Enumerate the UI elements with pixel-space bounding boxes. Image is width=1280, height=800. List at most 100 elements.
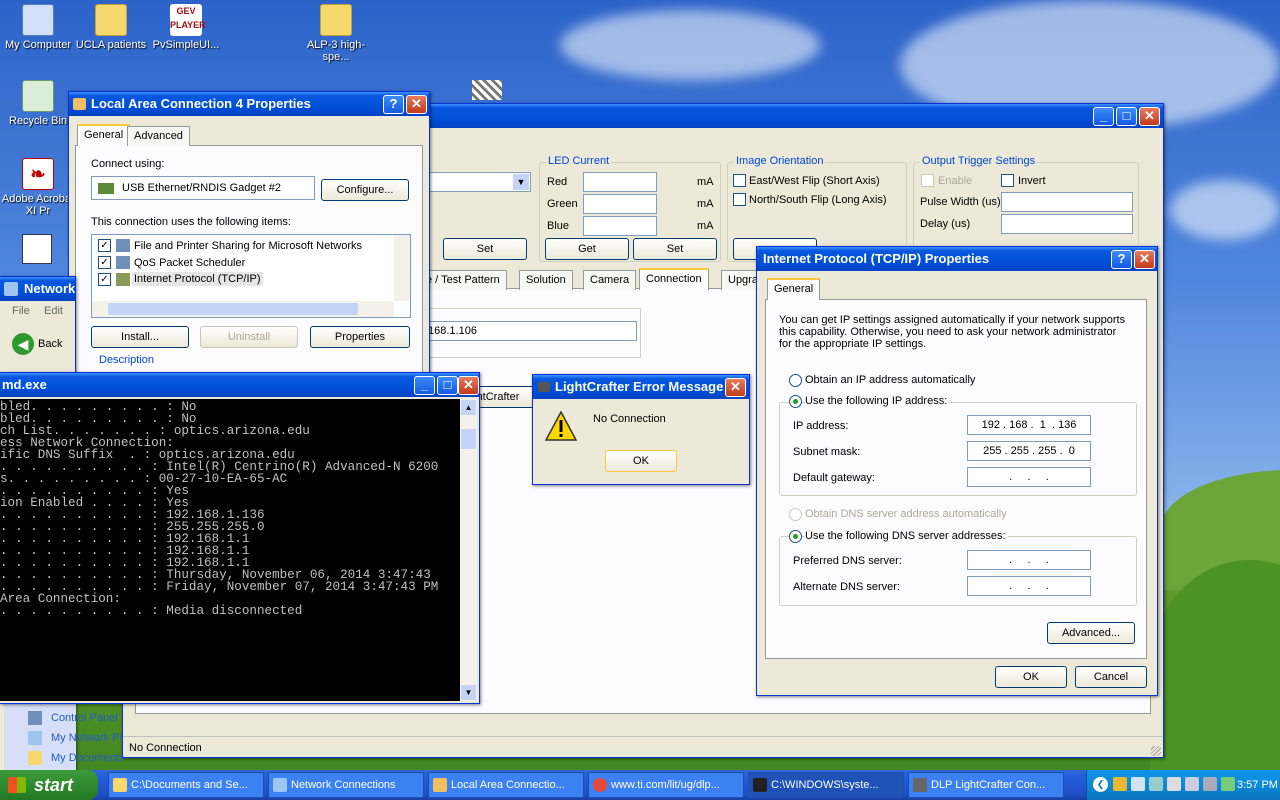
back-icon[interactable]: ◀ bbox=[12, 333, 34, 355]
led-set-button[interactable]: Set bbox=[633, 238, 717, 260]
vertical-scrollbar[interactable] bbox=[394, 235, 410, 301]
tab-advanced[interactable]: Advanced bbox=[127, 126, 190, 146]
network-title: Network bbox=[24, 281, 75, 296]
task-label: C:\Documents and Se... bbox=[131, 779, 248, 791]
my-network-link[interactable]: My Network Pl bbox=[51, 732, 122, 744]
volume-icon[interactable] bbox=[1203, 777, 1217, 791]
horizontal-scrollbar[interactable] bbox=[92, 301, 394, 317]
tcpip-checkbox[interactable]: ✓ bbox=[98, 273, 111, 286]
use-ip-radio[interactable] bbox=[789, 395, 802, 408]
menu-file[interactable]: File bbox=[12, 305, 30, 317]
east-west-flip-checkbox[interactable] bbox=[733, 174, 746, 187]
security-icon[interactable] bbox=[1167, 777, 1181, 791]
task-documents[interactable]: C:\Documents and Se... bbox=[108, 772, 264, 798]
tab-general[interactable]: General bbox=[77, 124, 131, 146]
cmd-console[interactable]: bled. . . . . . . . . : No bled. . . . .… bbox=[0, 399, 460, 701]
intro-text: You can get IP settings assigned automat… bbox=[779, 314, 1126, 350]
scroll-thumb[interactable] bbox=[461, 429, 476, 449]
help-button[interactable]: ? bbox=[1111, 250, 1132, 269]
red-input[interactable] bbox=[583, 172, 657, 192]
invert-label: Invert bbox=[1018, 175, 1046, 187]
advanced-button[interactable]: Advanced... bbox=[1047, 622, 1135, 644]
close-button[interactable]: ✕ bbox=[725, 378, 746, 397]
ok-button[interactable]: OK bbox=[995, 666, 1067, 688]
my-documents-link[interactable]: My Documents bbox=[51, 752, 124, 764]
menu-edit[interactable]: Edit bbox=[44, 305, 63, 317]
bluetooth-icon[interactable] bbox=[1221, 777, 1235, 791]
close-button[interactable]: ✕ bbox=[1134, 250, 1155, 269]
close-button[interactable]: ✕ bbox=[458, 376, 479, 395]
error-ok-button[interactable]: OK bbox=[605, 450, 677, 472]
scroll-up-icon[interactable]: ▲ bbox=[461, 400, 476, 415]
tab-general[interactable]: General bbox=[767, 278, 821, 300]
task-network-connections[interactable]: Network Connections bbox=[268, 772, 424, 798]
blue-input[interactable] bbox=[583, 216, 657, 236]
desktop-icon-ucla-patients[interactable]: UCLA patients bbox=[73, 4, 149, 51]
ip-octet: 1 bbox=[1039, 419, 1046, 431]
tray-expand-icon[interactable]: ❮ bbox=[1093, 777, 1108, 792]
chevron-down-icon: ▼ bbox=[513, 174, 529, 190]
task-browser[interactable]: www.ti.com/lit/ug/dlp... bbox=[588, 772, 744, 798]
network-tray-icon[interactable] bbox=[1131, 777, 1145, 791]
task-local-area-connection[interactable]: Local Area Connectio... bbox=[428, 772, 584, 798]
resize-grip-icon[interactable] bbox=[1151, 746, 1161, 756]
tab-connection[interactable]: Connection bbox=[639, 268, 709, 290]
desktop-icon-alp3[interactable]: ALP-3 high-spe... bbox=[298, 4, 374, 63]
maximize-button[interactable]: □ bbox=[1116, 107, 1137, 126]
wireless-icon[interactable] bbox=[1149, 777, 1163, 791]
error-message: No Connection bbox=[593, 413, 666, 425]
use-dns-radio[interactable] bbox=[789, 530, 802, 543]
desktop-icon-recycle-bin[interactable]: Recycle Bin bbox=[0, 80, 76, 127]
console-icon bbox=[753, 778, 767, 792]
file-printer-checkbox[interactable]: ✓ bbox=[98, 239, 111, 252]
tab-test-pattern[interactable]: e / Test Pattern bbox=[419, 270, 507, 290]
delay-input[interactable] bbox=[1001, 214, 1133, 234]
task-lightcrafter[interactable]: DLP LightCrafter Con... bbox=[908, 772, 1064, 798]
green-input[interactable] bbox=[583, 194, 657, 214]
minimize-button[interactable]: _ bbox=[414, 376, 435, 395]
tab-camera[interactable]: Camera bbox=[583, 270, 637, 290]
start-button[interactable]: start bbox=[0, 770, 98, 800]
default-gateway-input[interactable]: . . . bbox=[967, 467, 1091, 487]
lan-icon bbox=[433, 778, 447, 792]
desktop-icon-acrobat[interactable]: ❧ Adobe Acrobat XI Pr bbox=[0, 158, 76, 217]
ip-address-input[interactable]: 192 . 168 . 1 . 136 bbox=[967, 415, 1091, 435]
pattern-icon[interactable] bbox=[472, 80, 502, 100]
qos-checkbox[interactable]: ✓ bbox=[98, 256, 111, 269]
pulse-width-input[interactable] bbox=[1001, 192, 1133, 212]
tab-solution[interactable]: Solution bbox=[519, 270, 573, 290]
maximize-button[interactable]: □ bbox=[437, 376, 458, 395]
help-button[interactable]: ? bbox=[383, 95, 404, 114]
cancel-button[interactable]: Cancel bbox=[1075, 666, 1147, 688]
document-icon[interactable] bbox=[22, 234, 52, 264]
close-button[interactable]: ✕ bbox=[406, 95, 427, 114]
desktop-icon-my-computer[interactable]: My Computer bbox=[0, 4, 76, 51]
back-button[interactable]: Back bbox=[38, 338, 62, 350]
install-button[interactable]: Install... bbox=[91, 326, 189, 348]
task-cmd[interactable]: C:\WINDOWS\syste... bbox=[748, 772, 904, 798]
clock[interactable]: 3:57 PM bbox=[1237, 779, 1278, 791]
desktop-icon-pvsimpleui[interactable]: GEV PLAYER PvSimpleUI... bbox=[148, 4, 224, 51]
subnet-mask-input[interactable]: 255 . 255 . 255 . 0 bbox=[967, 441, 1091, 461]
control-panel-link[interactable]: Control Panel bbox=[51, 712, 118, 724]
mode-select[interactable]: ▼ bbox=[429, 172, 531, 192]
scroll-down-icon[interactable]: ▼ bbox=[461, 685, 476, 700]
components-list[interactable]: ✓ File and Printer Sharing for Microsoft… bbox=[91, 234, 411, 318]
cmd-window: md.exe _ □ ✕ bled. . . . . . . . . : No … bbox=[0, 372, 480, 704]
display-icon[interactable] bbox=[1185, 777, 1199, 791]
led-get-button[interactable]: Get bbox=[545, 238, 629, 260]
minimize-button[interactable]: _ bbox=[1093, 107, 1114, 126]
auto-ip-radio[interactable] bbox=[789, 374, 802, 387]
properties-button[interactable]: Properties bbox=[310, 326, 410, 348]
alternate-dns-input[interactable]: . . . bbox=[967, 576, 1091, 596]
configure-button[interactable]: Configure... bbox=[321, 179, 409, 201]
shield-icon[interactable] bbox=[1113, 777, 1127, 791]
cmd-scrollbar[interactable]: ▲ ▼ bbox=[460, 399, 477, 701]
invert-checkbox[interactable] bbox=[1001, 174, 1014, 187]
blue-label: Blue bbox=[547, 220, 570, 232]
north-south-flip-checkbox[interactable] bbox=[733, 193, 746, 206]
horizontal-scroll-thumb[interactable] bbox=[108, 303, 358, 315]
close-button[interactable]: ✕ bbox=[1139, 107, 1160, 126]
set-button-left[interactable]: Set bbox=[443, 238, 527, 260]
preferred-dns-input[interactable]: . . . bbox=[967, 550, 1091, 570]
